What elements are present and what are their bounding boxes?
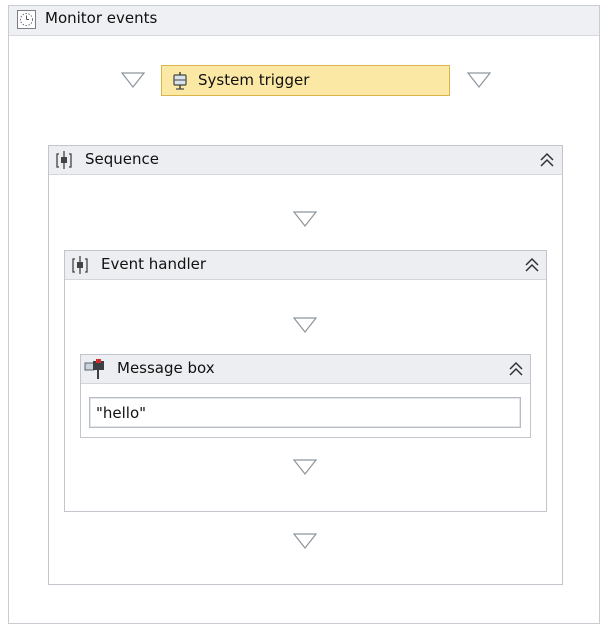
message-text-input[interactable] bbox=[89, 397, 521, 428]
drop-arrow-icon[interactable] bbox=[293, 459, 317, 475]
drop-arrow-icon[interactable] bbox=[121, 72, 145, 88]
event-handler-title: Event handler bbox=[101, 255, 207, 273]
sequence-title: Sequence bbox=[85, 150, 159, 168]
clock-icon bbox=[17, 10, 36, 29]
drop-arrow-icon[interactable] bbox=[293, 317, 317, 333]
message-box-icon bbox=[84, 358, 108, 380]
collapse-icon[interactable] bbox=[523, 257, 541, 273]
collapse-icon[interactable] bbox=[538, 152, 556, 168]
system-trigger-icon bbox=[171, 71, 189, 90]
collapse-icon[interactable] bbox=[507, 361, 525, 377]
drop-arrow-icon[interactable] bbox=[293, 533, 317, 549]
sequence-icon bbox=[54, 150, 74, 170]
drop-arrow-icon[interactable] bbox=[467, 72, 491, 88]
drop-arrow-icon[interactable] bbox=[293, 211, 317, 227]
message-box-title: Message box bbox=[117, 359, 215, 377]
system-trigger-label: System trigger bbox=[198, 71, 310, 89]
monitor-events-title: Monitor events bbox=[45, 9, 158, 27]
event-handler-icon bbox=[70, 255, 90, 275]
